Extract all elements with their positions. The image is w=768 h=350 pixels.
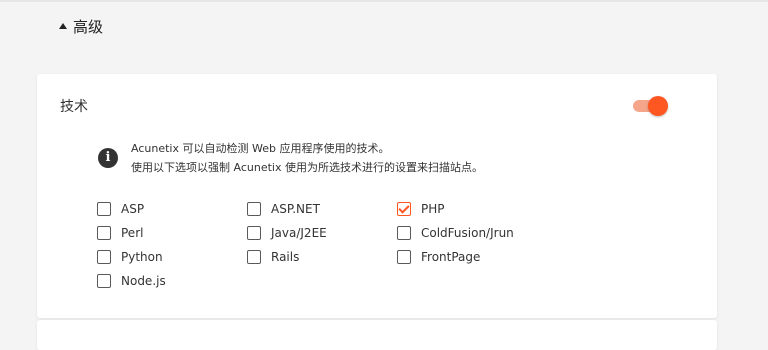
tech-option-aspnet[interactable]: ASP.NET — [247, 200, 320, 218]
tech-option-label: Java/J2EE — [271, 226, 327, 240]
tech-option-label: Python — [121, 250, 163, 264]
top-divider — [0, 0, 768, 2]
advanced-section-title: 高级 — [73, 17, 104, 36]
checkbox[interactable] — [247, 226, 261, 240]
caret-up-icon — [59, 22, 67, 29]
tech-option-rails[interactable]: Rails — [247, 248, 299, 266]
checkbox[interactable] — [397, 202, 411, 216]
description-line-1: Acunetix 可以自动检测 Web 应用程序使用的技术。 — [131, 142, 390, 155]
tech-option-label: FrontPage — [421, 250, 481, 264]
tech-option-label: ASP.NET — [271, 202, 320, 216]
technologies-toggle[interactable] — [633, 96, 669, 116]
tech-option-label: Node.js — [121, 274, 166, 288]
tech-option-python[interactable]: Python — [97, 248, 163, 266]
advanced-section-toggle[interactable]: 高级 — [59, 15, 103, 37]
tech-option-php[interactable]: PHP — [397, 200, 445, 218]
checkbox[interactable] — [397, 250, 411, 264]
tech-option-label: Rails — [271, 250, 300, 264]
checkbox[interactable] — [97, 274, 111, 288]
tech-option-frontpage[interactable]: FrontPage — [397, 248, 480, 266]
tech-option-java-j2ee[interactable]: Java/J2EE — [247, 224, 327, 242]
info-icon: i — [98, 148, 118, 168]
checkbox[interactable] — [97, 250, 111, 264]
tech-option-nodejs[interactable]: Node.js — [97, 272, 166, 290]
tech-option-perl[interactable]: Perl — [97, 224, 143, 242]
tech-option-label: PHP — [421, 202, 445, 216]
tech-option-coldfusion-jrun[interactable]: ColdFusion/Jrun — [397, 224, 514, 242]
technologies-card: 技术 i Acunetix 可以自动检测 Web 应用程序使用的技术。 使用以下… — [37, 74, 717, 318]
checkbox[interactable] — [97, 202, 111, 216]
description-line-2: 使用以下选项以强制 Acunetix 使用为所选技术进行的设置来扫描站点。 — [131, 161, 483, 174]
technologies-description: Acunetix 可以自动检测 Web 应用程序使用的技术。 使用以下选项以强制… — [131, 139, 483, 177]
tech-option-label: Perl — [121, 226, 144, 240]
checkbox[interactable] — [247, 250, 261, 264]
next-card — [37, 320, 717, 350]
checkbox[interactable] — [97, 226, 111, 240]
checkbox[interactable] — [397, 226, 411, 240]
checkbox[interactable] — [247, 202, 261, 216]
toggle-knob — [648, 96, 668, 116]
tech-option-label: ColdFusion/Jrun — [421, 226, 514, 240]
technologies-title: 技术 — [60, 99, 88, 115]
tech-option-label: ASP — [121, 202, 145, 216]
tech-option-asp[interactable]: ASP — [97, 200, 144, 218]
